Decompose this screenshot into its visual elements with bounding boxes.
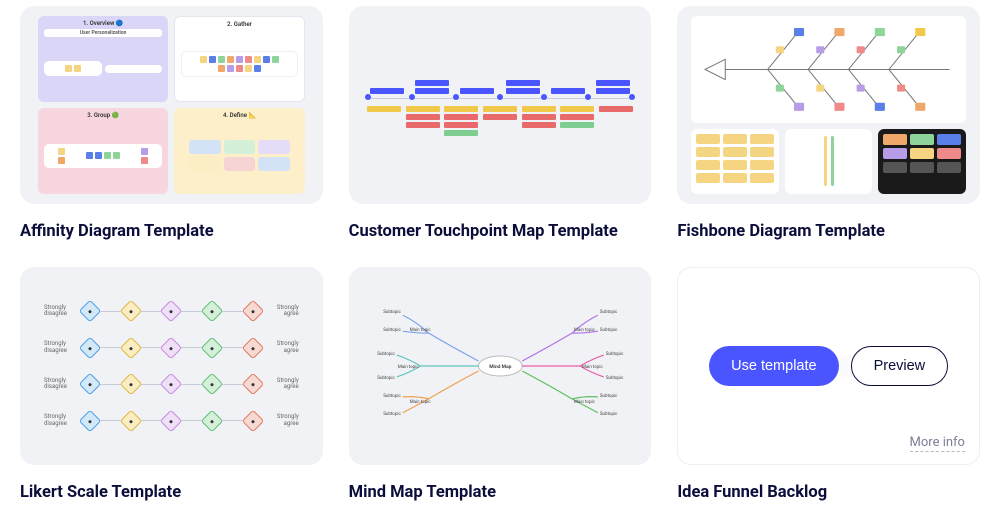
svg-text:Subtopic: Subtopic [600,393,618,399]
template-thumbnail-hover: Use template Preview More info [677,267,980,465]
template-thumbnail: 1. Overview 🔵 User Personalization 2. Ga… [20,6,323,204]
svg-text:Subtopic: Subtopic [600,327,618,333]
svg-text:Main topic: Main topic [409,399,431,405]
template-card-mindmap[interactable]: Mind Map SubtopicSubtopic SubtopicSubto [349,267,652,502]
svg-text:Subtopic: Subtopic [377,351,395,357]
svg-text:Main topic: Main topic [574,399,596,405]
svg-text:Mind Map: Mind Map [489,364,511,370]
template-thumbnail [349,6,652,204]
svg-text:Subtopic: Subtopic [383,411,401,417]
template-title: Affinity Diagram Template [20,222,323,241]
template-thumbnail: Mind Map SubtopicSubtopic SubtopicSubto [349,267,652,465]
svg-text:Main topic: Main topic [582,364,604,370]
svg-text:Main topic: Main topic [397,364,419,370]
svg-text:Subtopic: Subtopic [377,375,395,381]
affinity-header: User Personalization [44,29,162,37]
likert-left-label: Strongly disagree [44,305,76,318]
template-card-touchpoint[interactable]: Customer Touchpoint Map Template [349,6,652,241]
svg-text:Subtopic: Subtopic [600,309,618,315]
affinity-panel-4-label: 4. Define 📐 [180,112,298,119]
template-title: Fishbone Diagram Template [677,222,980,241]
svg-text:Subtopic: Subtopic [383,327,401,333]
template-title: Likert Scale Template [20,483,323,502]
template-card-fishbone[interactable]: Fishbone Diagram Template [677,6,980,241]
template-thumbnail: Strongly disagreeStrongly agree Strongly… [20,267,323,465]
template-title: Mind Map Template [349,483,652,502]
likert-right-label: Strongly agree [267,305,299,318]
affinity-panel-2-label: 2. Gather [181,21,297,28]
svg-text:Subtopic: Subtopic [383,309,401,315]
svg-text:Subtopic: Subtopic [600,411,618,417]
use-template-button[interactable]: Use template [709,346,838,386]
more-info-link[interactable]: More info [910,435,965,452]
svg-text:Subtopic: Subtopic [383,393,401,399]
svg-text:Main topic: Main topic [409,327,431,333]
preview-button[interactable]: Preview [851,346,949,386]
template-title: Idea Funnel Backlog [677,483,980,502]
template-title: Customer Touchpoint Map Template [349,222,652,241]
template-card-ideafunnel[interactable]: Use template Preview More info Idea Funn… [677,267,980,502]
affinity-panel-1-label: 1. Overview 🔵 [44,20,162,27]
affinity-panel-3-label: 3. Group 🟢 [44,112,162,119]
template-card-affinity[interactable]: 1. Overview 🔵 User Personalization 2. Ga… [20,6,323,241]
svg-text:Subtopic: Subtopic [605,375,623,381]
template-card-likert[interactable]: Strongly disagreeStrongly agree Strongly… [20,267,323,502]
svg-text:Main topic: Main topic [574,327,596,333]
svg-text:Subtopic: Subtopic [605,351,623,357]
template-thumbnail [677,6,980,204]
template-grid: 1. Overview 🔵 User Personalization 2. Ga… [20,6,980,502]
